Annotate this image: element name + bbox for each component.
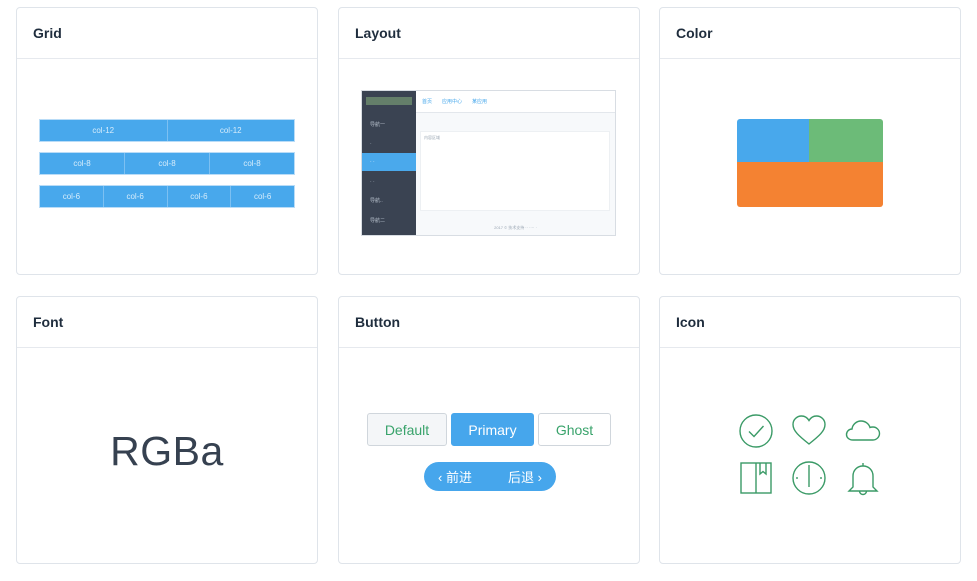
heart-icon xyxy=(791,413,827,449)
mini-nav-item: · xyxy=(370,141,372,147)
check-circle-icon xyxy=(738,413,774,449)
swatch-green xyxy=(809,119,883,162)
cloud-icon xyxy=(845,413,881,449)
card-header: Font xyxy=(17,297,317,348)
layout-thumbnail: 导航一 · · · · · 导航.. 导航二 首页 应用中心 某应用 内容区域 … xyxy=(361,90,616,236)
icon-preview xyxy=(660,348,960,564)
card-header: Layout xyxy=(339,8,639,59)
grid-row: col-8 col-8 col-8 xyxy=(39,152,295,175)
ghost-button[interactable]: Ghost xyxy=(538,413,611,446)
button-preview: Default Primary Ghost ‹ 前进 后退 › xyxy=(339,348,639,564)
swatch-blue xyxy=(737,119,809,162)
grid-col: col-6 xyxy=(166,186,231,207)
mini-nav-item-active: · · xyxy=(362,153,416,171)
grid-col: col-8 xyxy=(124,153,209,174)
grid-col: col-8 xyxy=(40,153,124,174)
mini-logo xyxy=(366,97,412,105)
grid-row: col-12 col-12 xyxy=(39,119,295,142)
mini-top-item: 首页 xyxy=(422,99,433,105)
card-title: Grid xyxy=(33,25,62,41)
card-title: Layout xyxy=(355,25,401,41)
card-title: Color xyxy=(676,25,713,41)
book-icon xyxy=(738,460,774,496)
swatch-orange xyxy=(737,162,883,207)
bell-icon xyxy=(845,460,881,496)
mini-top-item: 应用中心 xyxy=(442,99,463,105)
forward-button[interactable]: ‹ 前进 xyxy=(438,467,472,486)
layout-preview: 导航一 · · · · · 导航.. 导航二 首页 应用中心 某应用 内容区域 … xyxy=(339,59,639,275)
mini-content: 内容区域 xyxy=(420,131,610,211)
color-swatch xyxy=(737,119,883,207)
mini-nav-item: 导航二 xyxy=(370,217,386,224)
card-title: Icon xyxy=(676,314,705,330)
color-card[interactable]: Color xyxy=(659,7,961,275)
grid-col: col-6 xyxy=(102,186,167,207)
grid-col: col-6 xyxy=(230,186,294,207)
grid-card[interactable]: Grid col-12 col-12 col-8 col-8 col-8 col… xyxy=(16,7,318,275)
grid-row: col-6 col-6 col-6 col-6 xyxy=(39,185,295,208)
mini-footer: 2017 © 技术支持 ·· ···· · xyxy=(494,225,537,230)
card-title: Button xyxy=(355,314,401,330)
mini-topbar: 首页 应用中心 某应用 xyxy=(416,91,615,113)
font-card[interactable]: Font RGBa xyxy=(16,296,318,564)
font-sample-text: RGBa xyxy=(110,428,224,474)
grid-col: col-12 xyxy=(40,120,167,141)
button-group: ‹ 前进 后退 › xyxy=(424,462,556,491)
icon-card[interactable]: Icon xyxy=(659,296,961,564)
mini-nav-item: 导航.. xyxy=(370,197,383,204)
card-header: Color xyxy=(660,8,960,59)
default-button[interactable]: Default xyxy=(367,413,447,446)
grid-preview: col-12 col-12 col-8 col-8 col-8 col-6 co… xyxy=(17,59,317,275)
grid-col: col-8 xyxy=(209,153,294,174)
font-preview: RGBa xyxy=(17,348,317,564)
card-header: Grid xyxy=(17,8,317,59)
mini-nav-item: 导航一 xyxy=(370,121,386,128)
mini-top-item: 某应用 xyxy=(472,99,488,105)
card-header: Icon xyxy=(660,297,960,348)
mini-nav-item: · · xyxy=(370,179,375,185)
mini-sidebar: 导航一 · · · · · 导航.. 导航二 xyxy=(362,91,416,235)
card-header: Button xyxy=(339,297,639,348)
grid-col: col-6 xyxy=(40,186,103,207)
primary-button[interactable]: Primary xyxy=(451,413,534,446)
color-preview xyxy=(660,59,960,275)
button-card[interactable]: Button Default Primary Ghost ‹ 前进 后退 › xyxy=(338,296,640,564)
grid-col: col-12 xyxy=(166,120,294,141)
clock-icon xyxy=(791,460,827,496)
back-button[interactable]: 后退 › xyxy=(508,467,542,486)
card-title: Font xyxy=(33,314,64,330)
layout-card[interactable]: Layout 导航一 · · · · · 导航.. 导航二 首页 应用中心 某应… xyxy=(338,7,640,275)
